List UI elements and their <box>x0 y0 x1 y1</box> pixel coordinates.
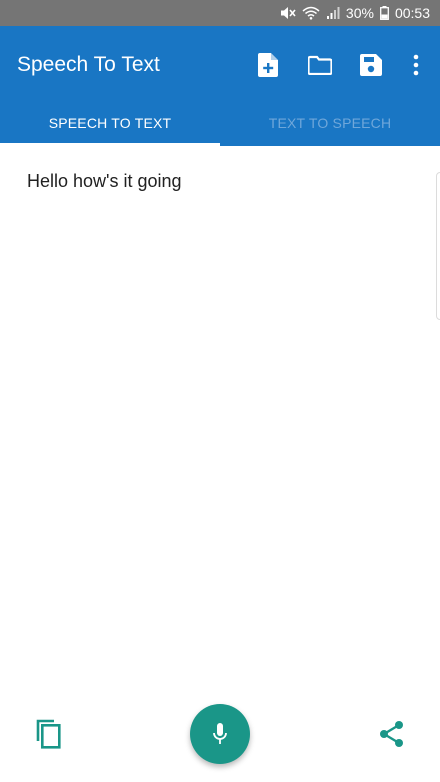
copy-icon <box>36 719 61 749</box>
signal-icon <box>326 6 340 20</box>
transcript-area[interactable]: Hello how's it going <box>0 146 440 696</box>
copy-button[interactable] <box>30 714 66 754</box>
save-button[interactable] <box>355 49 387 81</box>
new-file-icon <box>258 53 278 77</box>
clock: 00:53 <box>394 5 430 21</box>
tab-text-to-speech[interactable]: TEXT TO SPEECH <box>220 104 440 146</box>
folder-icon <box>308 55 332 75</box>
mic-icon <box>213 723 227 744</box>
app-screen: 30% 00:53 Speech To Text SPEECH TO TEXT … <box>0 0 440 782</box>
app-title: Speech To Text <box>17 53 160 76</box>
status-bar: 30% 00:53 <box>0 0 440 26</box>
open-folder-button[interactable] <box>304 49 336 81</box>
share-icon <box>380 721 403 747</box>
share-button[interactable] <box>374 716 410 752</box>
tab-label: TEXT TO SPEECH <box>268 115 392 131</box>
app-bar: Speech To Text <box>0 26 440 104</box>
save-icon <box>360 54 382 76</box>
more-options-button[interactable] <box>400 49 432 81</box>
battery-percent: 30% <box>345 5 374 21</box>
tab-label: SPEECH TO TEXT <box>48 115 172 131</box>
tab-speech-to-text[interactable]: SPEECH TO TEXT <box>0 104 220 146</box>
mute-icon <box>280 6 296 20</box>
new-file-button[interactable] <box>252 49 284 81</box>
scroll-handle[interactable] <box>436 172 440 320</box>
wifi-icon <box>302 6 320 20</box>
battery-icon <box>380 6 389 20</box>
microphone-button[interactable] <box>190 704 250 764</box>
more-vert-icon <box>413 54 419 76</box>
tab-bar: SPEECH TO TEXT TEXT TO SPEECH <box>0 104 440 146</box>
transcript-text[interactable]: Hello how's it going <box>27 170 182 192</box>
